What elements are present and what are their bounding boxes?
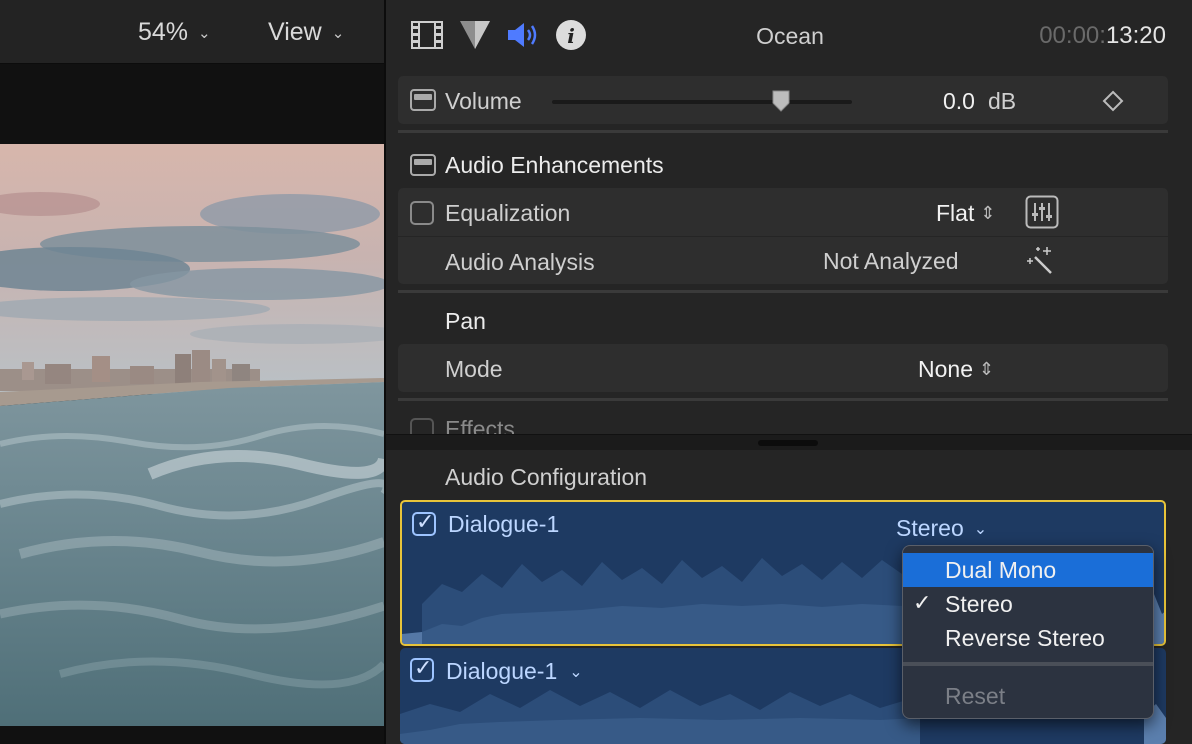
checkmark-icon: ✓: [913, 591, 932, 616]
menu-item-label: Stereo: [945, 591, 1013, 617]
volume-slider-thumb[interactable]: [772, 90, 790, 112]
color-inspector-icon[interactable]: [458, 18, 492, 52]
role-enable-checkbox[interactable]: [412, 510, 436, 536]
pan-mode-popup[interactable]: None ⇕: [918, 356, 994, 383]
equalization-popup[interactable]: Flat ⇕: [936, 200, 995, 227]
menu-item-label: Dual Mono: [945, 557, 1057, 583]
collapse-icon[interactable]: [410, 154, 436, 176]
audio-configuration-title: Audio Configuration: [445, 464, 648, 490]
pan-mode-row: Mode None ⇕: [398, 344, 1168, 392]
equalization-checkbox[interactable]: [410, 201, 434, 225]
viewer-toolbar: 54% ⌄ View ⌄: [0, 0, 384, 64]
channel-config-value: Stereo: [896, 515, 964, 541]
role-enable-checkbox[interactable]: [410, 656, 434, 682]
role-name: Dialogue-1: [448, 511, 560, 537]
view-label: View: [268, 18, 322, 46]
volume-label: Volume: [445, 88, 522, 114]
channel-config-menu: Dual Mono ✓ Stereo Reverse Stereo Reset: [902, 545, 1154, 719]
section-divider: [398, 130, 1168, 133]
audio-enhancements-title: Audio Enhancements: [445, 152, 664, 178]
svg-text:i: i: [567, 24, 575, 48]
chevron-down-icon: ⌄: [198, 24, 211, 42]
eq-settings-icon[interactable]: [1025, 195, 1059, 229]
menu-item-stereo[interactable]: ✓ Stereo: [903, 587, 1153, 621]
zoom-menu[interactable]: 54% ⌄: [138, 18, 211, 47]
collapse-icon[interactable]: [410, 89, 436, 111]
menu-item-dual-mono[interactable]: Dual Mono: [903, 553, 1153, 587]
clip-name: Ocean: [756, 23, 824, 49]
menu-item-label: Reset: [945, 683, 1006, 709]
chevron-down-icon: ⌄: [331, 24, 345, 42]
magic-wand-icon[interactable]: [1021, 247, 1057, 275]
chevron-down-icon: ⌄: [569, 663, 583, 681]
updown-chevron-icon: ⇕: [978, 359, 995, 380]
volume-row: Volume 0.0 dB: [398, 76, 1168, 124]
menu-item-reverse-stereo[interactable]: Reverse Stereo: [903, 621, 1153, 655]
volume-slider-track[interactable]: [552, 100, 852, 104]
section-divider: [398, 290, 1168, 293]
menu-separator: [903, 662, 1153, 666]
pan-mode-value: None: [918, 356, 973, 382]
resize-handle[interactable]: [758, 440, 818, 446]
zoom-label: 54%: [138, 18, 189, 46]
pane-resize-divider[interactable]: [386, 434, 1192, 450]
menu-item-label: Reverse Stereo: [945, 625, 1105, 651]
audio-analysis-status: Not Analyzed: [823, 248, 959, 274]
timecode-dim: 00:00:: [1039, 22, 1106, 49]
viewer-letterbox-bottom: [0, 726, 384, 744]
viewer-panel: 54% ⌄ View ⌄: [0, 0, 384, 744]
channel-config-popup[interactable]: Stereo ⌄: [896, 515, 987, 542]
timecode-value: 13:20: [1105, 22, 1166, 49]
menu-item-reset: Reset: [903, 679, 1153, 713]
effects-row-clipped: Effects: [386, 404, 1192, 434]
volume-unit: dB: [988, 88, 1017, 114]
ocean-beach-image: [0, 144, 384, 726]
inspector-header: i Ocean 00:00:13:20: [386, 0, 1192, 68]
equalization-label: Equalization: [445, 200, 571, 226]
equalization-value: Flat: [936, 200, 975, 226]
audio-analysis-row: Audio Analysis Not Analyzed: [398, 237, 1168, 284]
viewer-letterbox-top: [0, 64, 384, 144]
pan-title: Pan: [445, 308, 486, 334]
audio-inspector-icon[interactable]: [506, 18, 540, 52]
section-divider: [398, 398, 1168, 401]
volume-value[interactable]: 0.0: [943, 88, 975, 115]
chevron-down-icon: ⌄: [973, 520, 988, 538]
keyframe-diamond-icon[interactable]: [1102, 90, 1124, 112]
role-name-popup[interactable]: Dialogue-1 ⌄: [446, 658, 583, 685]
effects-title: Effects: [445, 416, 515, 434]
video-frame[interactable]: [0, 144, 384, 726]
audio-analysis-label: Audio Analysis: [445, 249, 595, 275]
timecode: 00:00:13:20: [1039, 22, 1166, 50]
effects-checkbox[interactable]: [410, 418, 434, 434]
pan-mode-label: Mode: [445, 356, 503, 382]
info-inspector-icon[interactable]: i: [554, 18, 588, 52]
equalization-row: Equalization Flat ⇕: [398, 188, 1168, 236]
view-menu[interactable]: View ⌄: [268, 18, 344, 47]
video-inspector-icon[interactable]: [410, 18, 444, 52]
updown-chevron-icon: ⇕: [980, 203, 996, 224]
role-name: Dialogue-1: [446, 658, 558, 684]
